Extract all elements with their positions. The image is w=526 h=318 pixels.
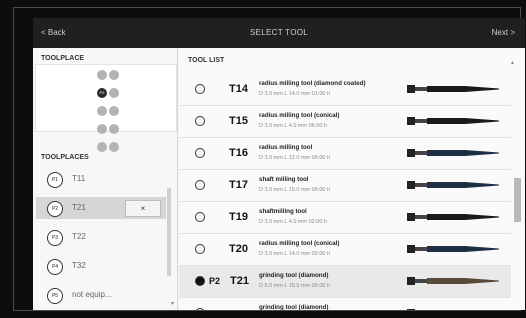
tool-radio[interactable]: [195, 116, 205, 126]
tool-row[interactable]: T19 shaftmilling tool D 3.0 mm L 4.0 mm 02…: [179, 202, 511, 234]
scroll-up-icon[interactable]: ▴: [511, 59, 514, 66]
place-slot[interactable]: [97, 142, 107, 152]
top-navigation-bar: < Back SELECT TOOL Next >: [33, 18, 525, 48]
tool-radio[interactable]: [195, 84, 205, 94]
tool-radio[interactable]: [195, 308, 205, 310]
toolplace-diagram: P2: [35, 64, 177, 152]
tool-row[interactable]: T14 radius milling tool (diamond coated) D…: [179, 74, 511, 106]
place-slot-active[interactable]: P2: [97, 88, 107, 98]
tool-row[interactable]: T20 radius milling tool (conical) D 3.0 mm…: [179, 234, 511, 266]
next-button[interactable]: Next >: [492, 28, 515, 37]
toolplace-item[interactable]: P3 T22: [36, 226, 166, 248]
tool-dimensions: D 5.0 mm L 15.5 mm 06:00 h: [259, 283, 331, 289]
place-tool-label: T11: [72, 174, 86, 183]
place-id-badge: P5: [47, 288, 63, 304]
tool-name: radius milling tool (conical): [259, 112, 340, 119]
clear-place-button[interactable]: ×: [125, 200, 161, 217]
tool-radio[interactable]: [195, 212, 205, 222]
tool-place-prefix: P2: [209, 276, 221, 286]
tool-name: radius milling tool (diamond coated): [259, 80, 366, 87]
place-slot[interactable]: [97, 124, 107, 134]
toolplace-item[interactable]: P4 T32: [36, 255, 166, 277]
tool-name: shaft milling tool: [259, 176, 309, 183]
tool-dimensions: D 3.0 mm L 14.0 mm 02:00 h: [259, 251, 331, 257]
tool-row[interactable]: grinding tool (diamond): [179, 298, 511, 310]
place-slot[interactable]: [97, 70, 107, 80]
place-id-badge: P4: [47, 259, 63, 275]
tool-name: grinding tool (diamond): [259, 304, 329, 310]
left-scroll-down-icon[interactable]: ▾: [171, 300, 174, 307]
tool-number: T15: [229, 115, 248, 127]
tool-number: T17: [229, 179, 248, 191]
left-panel: TOOLPLACE P2 TOOLPLACES P1 T11 P2 T21 × …: [33, 48, 178, 310]
tool-dimensions: D 3.0 mm L 12.0 mm 06:00 h: [259, 155, 331, 161]
place-id-badge: P3: [47, 230, 63, 246]
tool-number: T14: [229, 83, 248, 95]
toolplace-grid: P2: [96, 69, 122, 159]
place-slot[interactable]: [109, 88, 119, 98]
tool-number: T19: [229, 211, 248, 223]
toolplaces-scrollbar[interactable]: [167, 188, 171, 276]
place-tool-label: not equip...: [72, 290, 112, 299]
tool-number: T21: [230, 275, 249, 287]
toolplace-item-selected[interactable]: P2 T21 ×: [36, 197, 166, 219]
tool-image: [407, 117, 499, 125]
place-slot[interactable]: [109, 70, 119, 80]
place-id-badge: P2: [47, 201, 63, 217]
toolplace-item[interactable]: P1 T11: [36, 168, 166, 190]
place-slot[interactable]: [97, 106, 107, 116]
tool-image: [407, 213, 499, 221]
tool-row[interactable]: T16 radius milling tool D 3.0 mm L 12.0 mm…: [179, 138, 511, 170]
screen: < Back SELECT TOOL Next > TOOLPLACE P2 T…: [33, 18, 525, 310]
tool-radio[interactable]: [195, 148, 205, 158]
place-slot[interactable]: [109, 124, 119, 134]
place-tool-label: T22: [72, 232, 86, 241]
tool-row-selected[interactable]: P2 T21 grinding tool (diamond) D 5.0 mm L 1…: [179, 266, 511, 298]
toolplace-title: TOOLPLACE: [41, 55, 85, 62]
page-title: SELECT TOOL: [250, 28, 308, 37]
tool-row[interactable]: T17 shaft milling tool D 3.0 mm L 15.0 mm …: [179, 170, 511, 202]
tool-name: grinding tool (diamond): [259, 272, 329, 279]
tool-image: [407, 85, 499, 93]
place-slot[interactable]: [109, 106, 119, 116]
tool-number: T16: [229, 147, 248, 159]
tool-dimensions: D 3.0 mm L 4.0 mm 06:00 h: [259, 123, 327, 129]
place-id-badge: P1: [47, 172, 63, 188]
tool-dimensions: D 3.0 mm L 15.0 mm 06:00 h: [259, 187, 331, 193]
tool-name: radius milling tool (conical): [259, 240, 340, 247]
tool-dimensions: D 3.0 mm L 14.0 mm 01:00 h: [259, 91, 331, 97]
tool-image: [407, 149, 499, 157]
tool-number: T20: [229, 243, 248, 255]
tool-radio[interactable]: [195, 244, 205, 254]
tool-row[interactable]: T15 radius milling tool (conical) D 3.0 mm…: [179, 106, 511, 138]
place-slot[interactable]: [109, 142, 119, 152]
tool-radio[interactable]: [195, 180, 205, 190]
tool-dimensions: D 3.0 mm L 4.0 mm 02:00 h: [259, 219, 327, 225]
tool-list-scrollbar-thumb[interactable]: [514, 178, 521, 222]
tool-list-title: TOOL LIST: [188, 57, 225, 64]
tool-name: shaftmilling tool: [259, 208, 307, 215]
tool-image: [407, 181, 499, 189]
tool-list-panel: TOOL LIST ▴ ▾ T14 radius milling tool (di…: [171, 48, 525, 310]
toolplaces-title: TOOLPLACES: [41, 154, 89, 161]
toolplace-item[interactable]: P5 not equip...: [36, 284, 166, 306]
tool-name: radius milling tool: [259, 144, 313, 151]
tool-image: [407, 277, 499, 285]
place-tool-label: T21: [72, 203, 86, 212]
tool-image: [407, 245, 499, 253]
place-tool-label: T32: [72, 261, 86, 270]
tool-radio[interactable]: [195, 276, 205, 286]
tool-image: [407, 309, 415, 310]
